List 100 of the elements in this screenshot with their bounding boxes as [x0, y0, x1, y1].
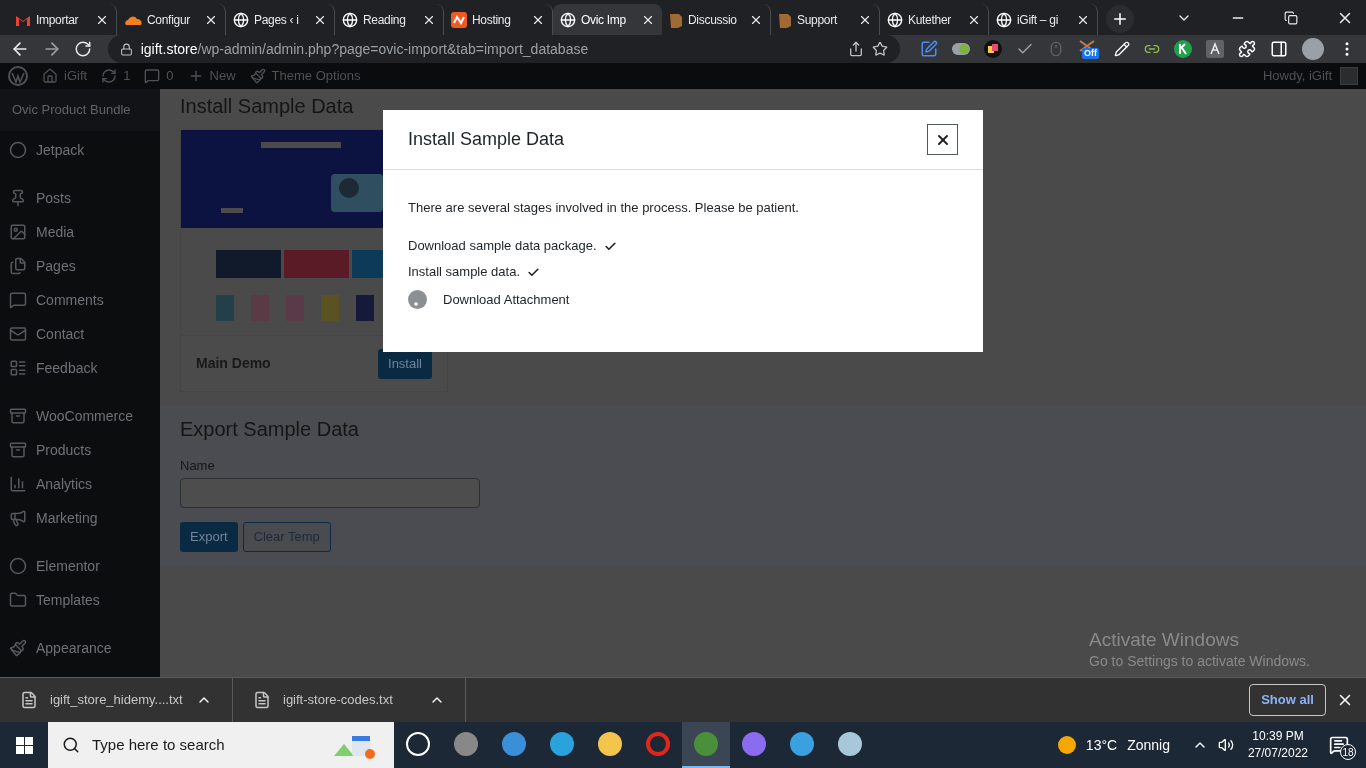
globe-icon [887, 11, 903, 28]
lock-icon [119, 42, 133, 56]
file-icon [20, 691, 38, 709]
folder-icon [9, 591, 27, 609]
toggle-icon[interactable] [952, 43, 970, 56]
brush-icon [9, 639, 27, 657]
activation-title: Activate Windows [1089, 629, 1240, 651]
media-icon [9, 223, 27, 241]
taskbar-search-field[interactable]: Type here to search [48, 722, 394, 768]
sidebar-item[interactable]: Elementor [0, 549, 160, 583]
browser-tab[interactable]: Ovic Imp [553, 4, 662, 35]
tab-title: Ovic Imp [581, 11, 627, 29]
megaphone-icon [9, 509, 27, 527]
wave-icon [451, 11, 467, 28]
tab-title: Discussio [688, 11, 738, 29]
globe-icon [996, 11, 1012, 28]
sidebar-item[interactable]: Posts [0, 181, 160, 215]
weather-text[interactable]: Zonnig [1127, 734, 1170, 756]
extensions-icon[interactable] [1238, 40, 1256, 59]
comments-link[interactable]: 0 [144, 66, 174, 86]
sidebar-item[interactable]: Feedback [0, 351, 160, 385]
sidebar-item[interactable]: Contact [0, 317, 160, 351]
volume-icon[interactable] [1217, 737, 1234, 753]
cubes-icon[interactable] [984, 40, 1002, 59]
edit-icon[interactable] [920, 40, 938, 59]
activation-message: Go to Settings to activate Windows. [1089, 652, 1310, 671]
name-field[interactable] [180, 477, 480, 508]
box-icon [9, 441, 27, 459]
clock[interactable]: 10:39 PM 27/07/2022 [1243, 728, 1312, 762]
windows-logo-icon [15, 736, 33, 754]
tab-title: Configur [147, 11, 191, 29]
plus-icon [1111, 10, 1129, 28]
mail-icon [9, 325, 27, 343]
sidebar-item[interactable]: Appearance [0, 631, 160, 665]
dialog-title: Install Sample Data [408, 128, 565, 151]
sidebar-item[interactable]: Comments [0, 283, 160, 317]
reload-icon[interactable] [73, 40, 92, 59]
tab-title: iGift – gi [1017, 11, 1060, 29]
file-icon [253, 691, 271, 709]
dialog-message: There are several stages involved in the process. Please be patient. [408, 199, 800, 217]
tab-title: Hosting [472, 11, 512, 29]
section-title: Export Sample Data [180, 417, 360, 442]
field-label: Name [180, 457, 216, 475]
close-button[interactable] [927, 124, 958, 155]
tab-title: Importar [36, 11, 80, 29]
theme-options-link[interactable]: Theme Options [249, 66, 361, 86]
k-logo-icon[interactable] [1174, 40, 1192, 59]
step-label: Download Attachment [443, 290, 570, 309]
mail-icon [15, 13, 31, 26]
sidebar-item[interactable]: Templates [0, 583, 160, 617]
sidebar-item[interactable]: WooCommerce [0, 399, 160, 433]
brush-icon [249, 68, 266, 85]
account-link[interactable]: Howdy, iGift [1262, 66, 1358, 86]
scissors-icon[interactable] [1078, 39, 1096, 54]
url-text: igift.store/wp-admin/admin.php?page=ovic-import&tab=import_database [140, 39, 590, 59]
restore-icon[interactable] [1284, 10, 1298, 25]
notification-count: 18 [1340, 744, 1356, 760]
tab-title: Reading [363, 11, 407, 29]
form-icon [9, 359, 27, 377]
site-link[interactable]: iGift [42, 66, 88, 86]
pencil-icon[interactable] [1114, 41, 1130, 58]
step-label: Download sample data package. [408, 237, 597, 256]
sidebar-item[interactable]: Pages [0, 249, 160, 283]
new-link[interactable]: New [187, 66, 236, 86]
globe-icon [233, 11, 249, 28]
menu-header[interactable]: Ovic Product Bundle [0, 89, 160, 131]
comment-icon [144, 68, 161, 85]
wordpress-logo-icon[interactable] [8, 66, 28, 87]
sun-icon[interactable] [1057, 736, 1076, 754]
bar-chart-icon [9, 475, 27, 493]
address-bar[interactable]: igift.store/wp-admin/admin.php?page=ovic-import&tab=import_database [107, 35, 900, 64]
store-icon [9, 407, 27, 425]
temperature[interactable]: 13°C [1085, 734, 1118, 756]
sidebar-item[interactable]: Media [0, 215, 160, 249]
home-icon [42, 68, 58, 85]
cloud-icon [124, 14, 142, 25]
show-all-button[interactable]: Show all [1249, 684, 1326, 716]
export-button[interactable]: Export [180, 521, 238, 552]
sidebar-item[interactable]: Jetpack [0, 133, 160, 167]
globe-icon [560, 11, 576, 28]
comment-icon [9, 291, 27, 309]
off-badge: Off [1082, 48, 1099, 60]
sidebar-item[interactable]: Products [0, 433, 160, 467]
avatar-icon[interactable] [1302, 38, 1324, 61]
font-icon[interactable] [1206, 40, 1224, 59]
updates-link[interactable]: 1 [101, 66, 131, 86]
pages-icon [9, 257, 27, 275]
tab-title: Support [797, 11, 839, 29]
globe-icon [342, 11, 358, 28]
bookmark-icon[interactable] [872, 41, 888, 58]
step-label: Install sample data. [408, 263, 520, 282]
tab-title: Pages ‹ i [254, 11, 300, 29]
refresh-icon [101, 68, 118, 85]
search-icon [62, 736, 80, 754]
side-panel-icon[interactable] [1270, 40, 1288, 59]
sidebar-item[interactable]: Analytics [0, 467, 160, 501]
sidebar-item[interactable]: Marketing [0, 501, 160, 535]
new-tab-button[interactable] [1106, 5, 1134, 33]
share-icon[interactable] [848, 41, 864, 58]
pin-icon [9, 189, 27, 207]
